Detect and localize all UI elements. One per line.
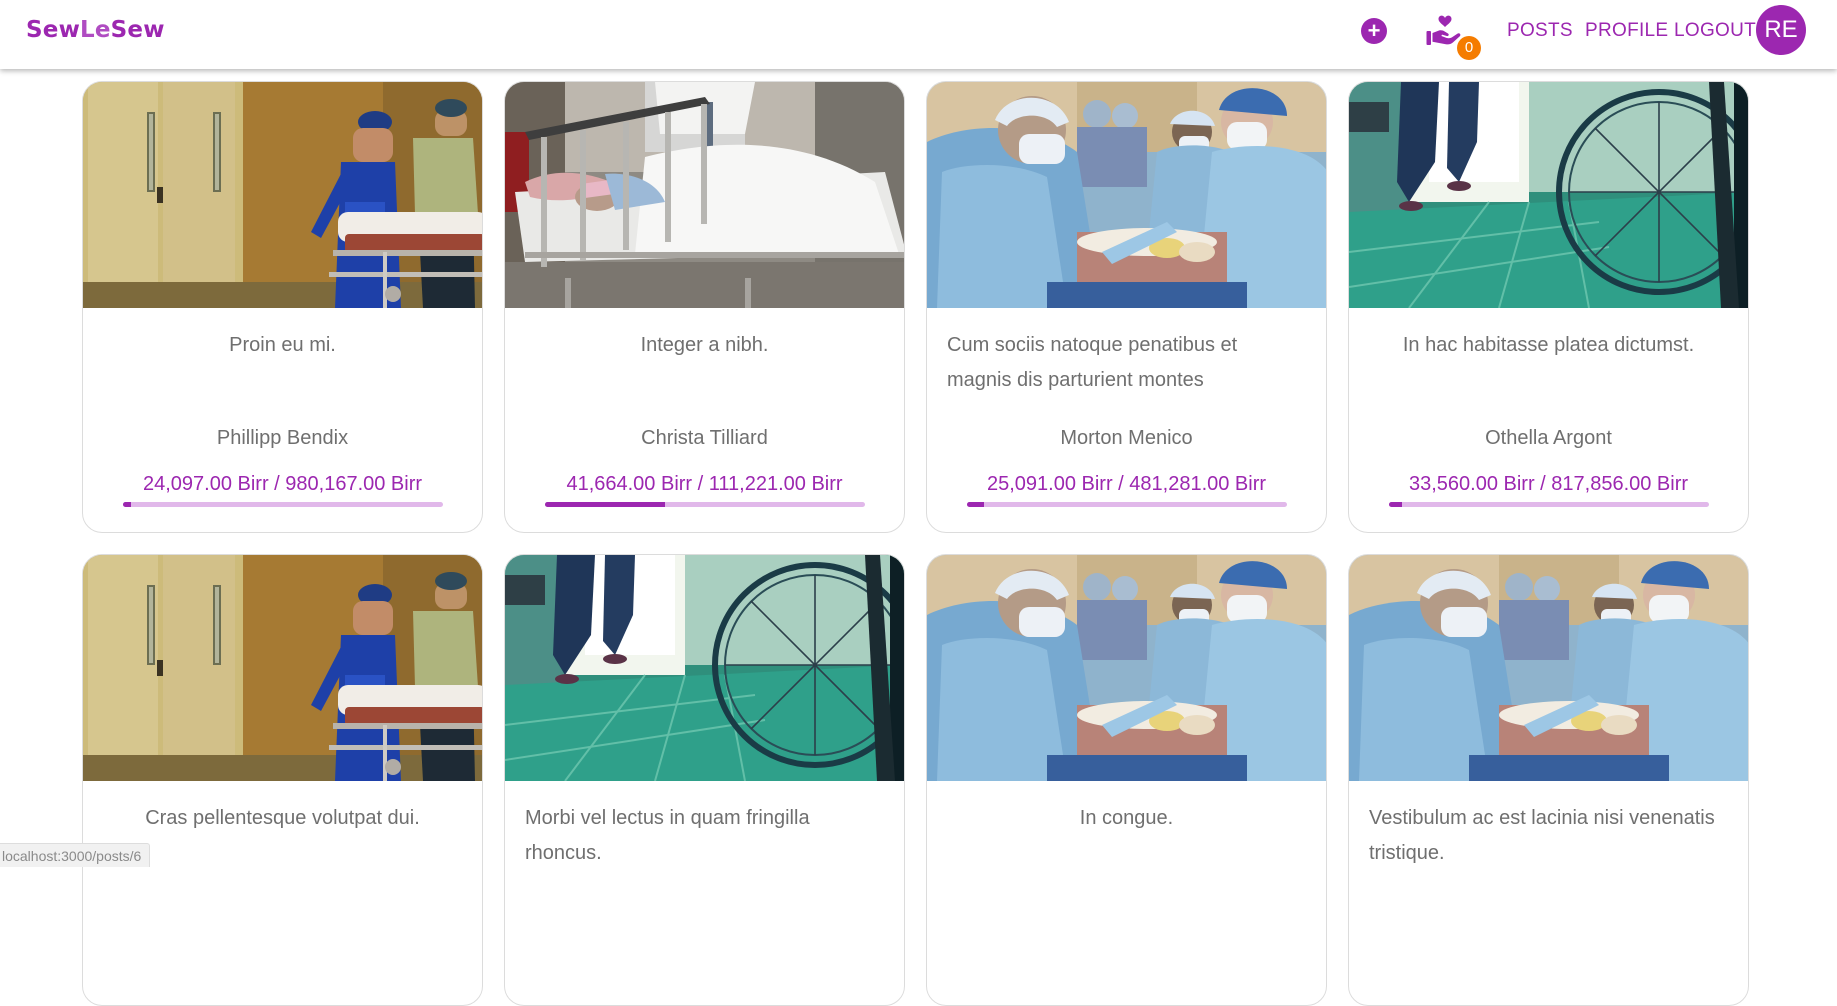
add-circle-icon: + (1367, 18, 1381, 43)
funding-progress-bar (1389, 502, 1709, 507)
post-image-hospital-bed (505, 82, 904, 308)
post-title: Vestibulum ac est lacinia nisi venenatis… (1369, 807, 1715, 864)
post-amount: 24,097.00 Birr / 980,167.00 Birr (142, 473, 423, 495)
funding-progress-fill (545, 502, 665, 507)
post-image-surgeons (927, 555, 1326, 781)
nav-logout-link[interactable]: LOGOUT (1674, 19, 1756, 43)
brand-part-2: Le (80, 17, 111, 43)
post-author: Morton Menico (1060, 427, 1193, 449)
post-author: Christa Tilliard (641, 427, 768, 449)
post-image-surgeons (927, 82, 1326, 308)
post-card[interactable]: Integer a nibh. Christa Tilliard 41,664.… (504, 81, 905, 533)
status-bar-url: localhost:3000/posts/6 (0, 843, 151, 867)
post-title: Cras pellentesque volutpat dui. (145, 807, 420, 829)
post-author: Othella Argont (1485, 427, 1612, 449)
add-post-button[interactable]: + (1361, 18, 1387, 44)
post-card[interactable]: Proin eu mi. Phillipp Bendix 24,097.00 B… (82, 81, 483, 533)
post-image-wheelchair (1349, 82, 1748, 308)
post-image-paramedics (83, 555, 482, 781)
post-card[interactable]: Cum sociis natoque penatibus et magnis d… (926, 81, 1327, 533)
post-image-surgeons (1349, 555, 1748, 781)
brand-part-3: Sew (110, 17, 165, 43)
post-author: Phillipp Bendix (216, 427, 349, 449)
funding-progress-fill (1389, 502, 1403, 507)
post-card[interactable]: In hac habitasse platea dictumst. Othell… (1348, 81, 1749, 533)
brand-part-1: Sew (26, 17, 81, 43)
post-amount: 41,664.00 Birr / 111,221.00 Birr (566, 473, 843, 495)
post-card[interactable]: Cras pellentesque volutpat dui. (82, 554, 483, 1006)
post-image-wheelchair (505, 555, 904, 781)
funding-progress-bar (545, 502, 865, 507)
nav-posts-link[interactable]: POSTS (1507, 19, 1573, 43)
top-navbar: SewLeSew + 0 POSTS PROFILE LOGOUT RE (0, 0, 1837, 69)
post-title: Morbi vel lectus in quam fringilla rhonc… (525, 807, 810, 864)
nav-profile-link[interactable]: PROFILE (1585, 19, 1668, 43)
post-title: Proin eu mi. (229, 334, 336, 356)
funding-progress-bar (967, 502, 1287, 507)
post-title: Cum sociis natoque penatibus et magnis d… (947, 334, 1238, 391)
post-card[interactable]: Morbi vel lectus in quam fringilla rhonc… (504, 554, 905, 1006)
post-card[interactable]: Vestibulum ac est lacinia nisi venenatis… (1348, 554, 1749, 1006)
post-title: Integer a nibh. (640, 334, 769, 356)
donations-count-badge: 0 (1457, 36, 1481, 60)
user-avatar[interactable]: RE (1756, 5, 1806, 55)
post-image-paramedics (83, 82, 482, 308)
page-scrollbar[interactable] (1828, 0, 1837, 867)
funding-progress-fill (967, 502, 984, 507)
post-title: In hac habitasse platea dictumst. (1402, 334, 1695, 356)
post-title: In congue. (1079, 807, 1174, 829)
funding-progress-fill (123, 502, 131, 507)
post-amount: 25,091.00 Birr / 481,281.00 Birr (986, 473, 1267, 495)
posts-grid: Proin eu mi. Phillipp Bendix 24,097.00 B… (82, 81, 1750, 1006)
brand-logo[interactable]: SewLeSew (26, 16, 165, 44)
post-amount: 33,560.00 Birr / 817,856.00 Birr (1408, 473, 1689, 495)
post-card[interactable]: In congue. (926, 554, 1327, 1006)
funding-progress-bar (123, 502, 443, 507)
